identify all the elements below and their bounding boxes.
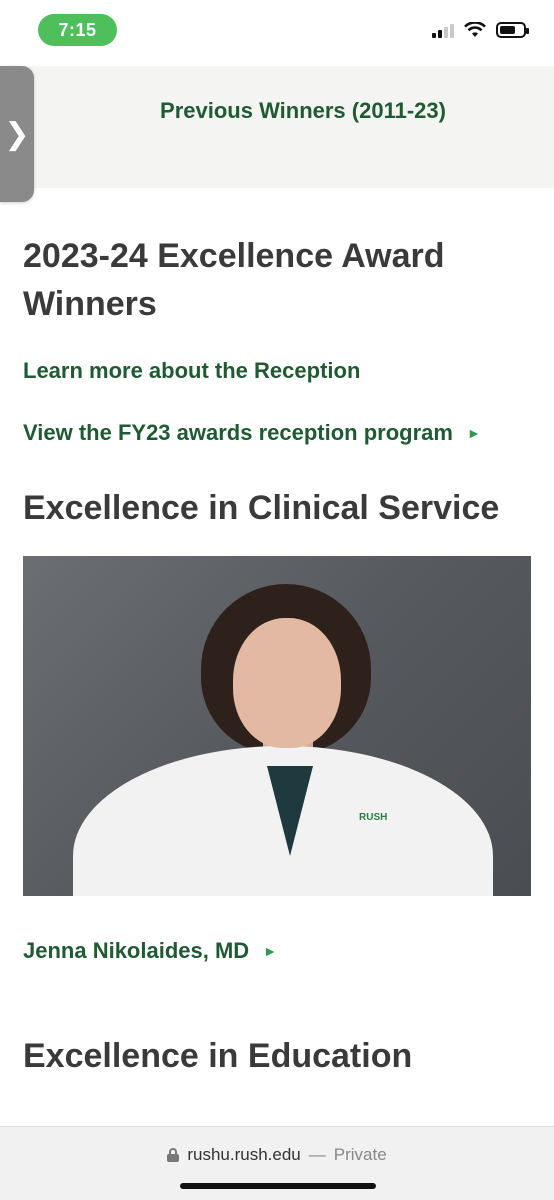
reception-link[interactable]: Learn more about the Reception — [23, 358, 531, 384]
battery-icon — [496, 22, 529, 38]
coat-logo: RUSH — [359, 812, 388, 823]
arrow-right-icon: ► — [263, 943, 278, 959]
private-mode-label: Private — [333, 1145, 387, 1164]
browser-address-bar[interactable]: rushu.rush.edu — Private — [0, 1126, 554, 1200]
winner-name-label: Jenna Nikolaides, MD — [23, 938, 250, 963]
wifi-icon — [464, 22, 486, 37]
page-title: 2023-24 Excellence Award Winners — [23, 237, 445, 323]
home-indicator[interactable] — [180, 1183, 376, 1189]
clinical-service-heading: Excellence in Clinical Service — [23, 489, 500, 527]
previous-winners-link[interactable]: Previous Winners (2011-23) — [160, 98, 446, 124]
url-row[interactable]: rushu.rush.edu — Private — [0, 1145, 554, 1165]
education-heading: Excellence in Education — [23, 1037, 413, 1075]
url-domain: rushu.rush.edu — [187, 1145, 301, 1164]
status-icons — [432, 22, 529, 38]
main-content: 2023-24 Excellence Award Winners Learn m… — [0, 188, 554, 1078]
program-link-label: View the FY23 awards reception program — [23, 420, 453, 445]
winner-name-link[interactable]: Jenna Nikolaides, MD ► — [23, 938, 531, 964]
status-time: 7:15 — [38, 14, 117, 46]
url-separator: — — [308, 1145, 326, 1164]
sidebar-toggle-tab[interactable]: ❯ — [0, 66, 34, 202]
reception-link-label: Learn more about the Reception — [23, 358, 361, 383]
previous-winners-band: Previous Winners (2011-23) — [0, 66, 554, 188]
lock-icon — [167, 1148, 180, 1162]
arrow-right-icon: ► — [466, 425, 481, 441]
chevron-right-icon: ❯ — [4, 117, 30, 151]
program-link[interactable]: View the FY23 awards reception program ► — [23, 420, 531, 446]
cellular-signal-icon — [432, 22, 454, 38]
winner-photo: RUSH — [23, 556, 531, 896]
status-bar: 7:15 — [0, 0, 554, 66]
